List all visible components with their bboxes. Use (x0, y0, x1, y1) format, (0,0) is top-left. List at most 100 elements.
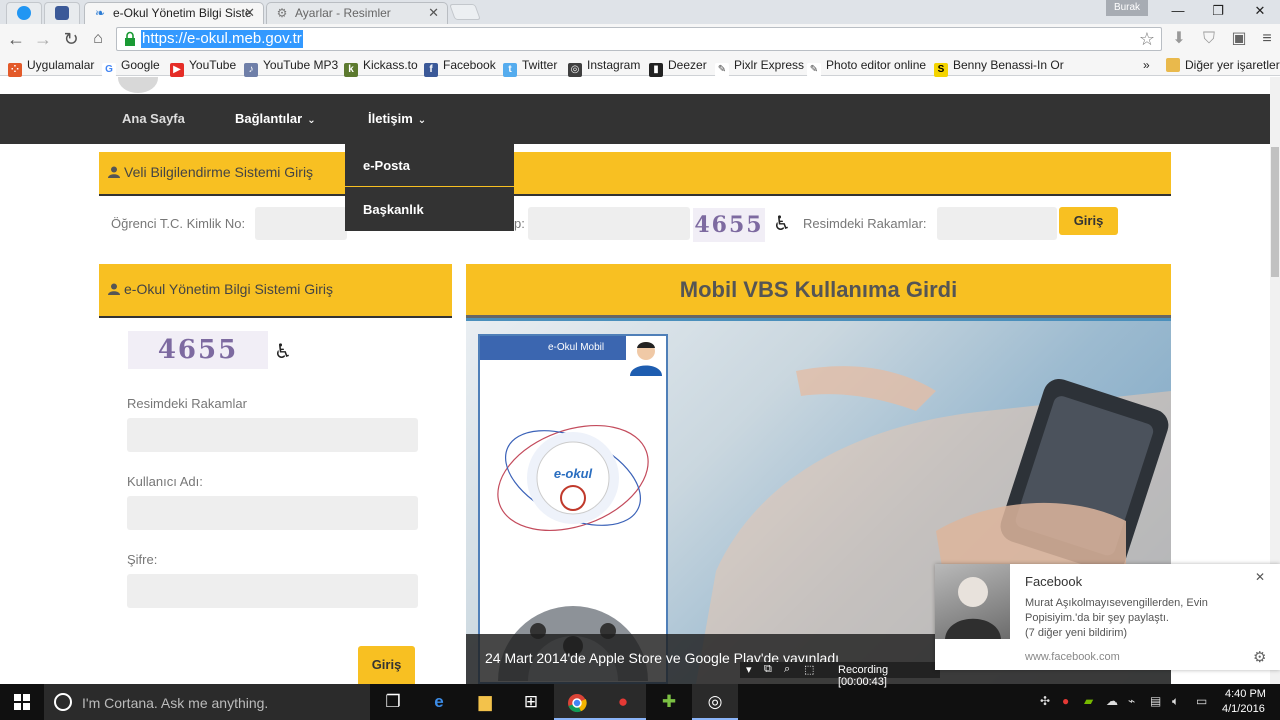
tray-nvidia-icon[interactable]: ▰ (1084, 694, 1093, 708)
zoom-icon[interactable]: ⌕ (784, 663, 790, 676)
dropdown-item-email[interactable]: e-Posta (363, 158, 410, 173)
pinned-tab-facebook[interactable] (44, 2, 80, 24)
menu-icon[interactable]: ≡ (1256, 28, 1278, 50)
eokul-header: e-Okul Yönetim Bilgi Sistemi Giriş (99, 264, 452, 318)
url-text[interactable]: https://e-okul.meb.gov.tr (141, 30, 303, 48)
scroll-thumb[interactable] (1271, 147, 1279, 277)
chrome-logo (568, 693, 587, 712)
eokul-icon: ❧ (94, 6, 106, 20)
file-explorer-icon[interactable]: ▆ (462, 684, 508, 720)
volume-icon[interactable]: 🔈︎ (1172, 694, 1179, 709)
region-icon[interactable]: ⬚ (804, 663, 814, 676)
pinned-tab-messenger[interactable] (6, 2, 42, 24)
eokul-captcha-image: 4655 (128, 331, 268, 369)
edge-icon[interactable]: e (416, 684, 462, 720)
shield-icon[interactable]: ⛉ (1198, 28, 1220, 50)
window-icon[interactable]: ⧉ (764, 663, 772, 676)
bookmark-youtube-mp3[interactable]: ♪ YouTube MP3 (244, 57, 338, 77)
bookmark-apps[interactable]: ⁘ Uygulamalar (8, 57, 94, 77)
home-icon[interactable]: ⌂ (87, 28, 109, 50)
eokul-captcha-input[interactable] (127, 418, 418, 452)
bookmark-facebook[interactable]: f Facebook (424, 57, 496, 77)
veli-second-input[interactable] (528, 207, 690, 240)
tab-settings[interactable]: ⚙ Ayarlar - Resimler ✕ (266, 2, 448, 24)
restore-button[interactable]: ❐ (1198, 0, 1238, 22)
bookmark-deezer[interactable]: ▮ Deezer (649, 57, 707, 77)
forward-icon[interactable]: → (32, 28, 54, 50)
reload-icon[interactable]: ↻ (60, 28, 82, 50)
nav-contact[interactable]: İletişim ⌄ (368, 111, 426, 126)
bookmark-instagram[interactable]: ◎ Instagram (568, 57, 640, 77)
close-icon[interactable]: ✕ (428, 3, 439, 23)
close-window-button[interactable]: ✕ (1240, 0, 1280, 22)
new-tab-button[interactable] (449, 4, 481, 20)
bookmark-kickass[interactable]: k Kickass.to (344, 57, 418, 77)
accessibility-icon[interactable]: ♿ (274, 339, 292, 364)
language-icon[interactable]: ▤ (1150, 694, 1161, 708)
cloud-icon[interactable]: ☁ (1106, 694, 1118, 708)
eokul-captcha-label: Resimdeki Rakamlar (127, 396, 247, 411)
profile-button[interactable]: Burak (1106, 0, 1148, 16)
notification-link[interactable]: www.facebook.com (1025, 651, 1120, 663)
tab-eokul[interactable]: ❧ e-Okul Yönetim Bilgi Siste ✕ (84, 2, 264, 24)
minimize-button[interactable]: — (1158, 0, 1198, 22)
notification-body: Murat Aşıkolmayısevengillerden, Evin Pop… (1025, 597, 1208, 639)
close-icon[interactable]: ✕ (244, 3, 255, 23)
nav-links[interactable]: Bağlantılar ⌄ (235, 111, 316, 126)
veli-login-button[interactable]: Giriş (1059, 207, 1118, 235)
song-icon: S (934, 63, 948, 77)
close-icon[interactable]: ✕ (1255, 570, 1265, 584)
bookmark-benny[interactable]: S Benny Benassi-In Ord (934, 57, 1064, 77)
star-icon[interactable]: ☆ (1139, 29, 1155, 50)
password-label: Şifre: (127, 552, 158, 567)
address-bar[interactable]: https://e-okul.meb.gov.tr ☆ (116, 27, 1162, 51)
clock-time[interactable]: 4:40 PM (1225, 688, 1266, 700)
password-input[interactable] (127, 574, 418, 608)
bookmark-pixlr[interactable]: ✎ Pixlr Express (715, 57, 804, 77)
task-view-icon[interactable]: ❐ (370, 684, 416, 720)
recording-status: Recording [00:00:43] (838, 664, 889, 688)
network-icon[interactable]: ⌁ (1128, 694, 1135, 708)
back-icon[interactable]: ← (5, 28, 27, 50)
app-icon-green[interactable]: ✚ (646, 684, 692, 720)
facebook-icon: f (424, 63, 438, 77)
recorder-icon[interactable]: ● (600, 684, 646, 720)
gear-icon: ⚙ (276, 6, 288, 20)
bookmark-other[interactable]: Diğer yer işaretleri (1166, 57, 1280, 73)
dropdown-item-presidency[interactable]: Başkanlık (363, 202, 424, 217)
bookmark-google[interactable]: G Google (102, 57, 160, 77)
windows-start-icon[interactable] (14, 694, 30, 710)
header-strip (0, 77, 1270, 94)
bookmark-twitter[interactable]: t Twitter (503, 57, 557, 77)
gear-icon[interactable]: ⚙ (1253, 648, 1266, 666)
username-label: Kullanıcı Adı: (127, 474, 203, 489)
apps-grid-icon: ⁘ (8, 63, 22, 77)
username-input[interactable] (127, 496, 418, 530)
bookmarks-more[interactable]: » (1143, 57, 1150, 73)
disc-icon[interactable]: ◎ (692, 684, 738, 720)
facebook-notification[interactable]: Facebook Murat Aşıkolmayısevengillerden,… (935, 564, 1280, 670)
store-icon[interactable]: ⊞ (508, 684, 554, 720)
browser-toolbar: ← → ↻ ⌂ https://e-okul.meb.gov.tr ☆ ⬇ ⛉ … (0, 24, 1280, 54)
tc-input[interactable] (255, 207, 347, 240)
eokul-login-button[interactable]: Giriş (358, 646, 415, 684)
bookmark-photo-editor[interactable]: ✎ Photo editor online (807, 57, 926, 77)
accessibility-icon[interactable]: ♿ (773, 211, 791, 236)
dropdown-icon[interactable]: ▾ (746, 663, 752, 676)
clock-date[interactable]: 4/1/2016 (1222, 703, 1265, 715)
google-icon: G (102, 63, 116, 77)
chrome-icon[interactable] (554, 684, 600, 720)
tc-label: Öğrenci T.C. Kimlik No: (111, 216, 246, 231)
extension-icon[interactable]: ▣ (1228, 28, 1250, 50)
bookmarks-bar: ⁘ Uygulamalar G Google ▶ YouTube ♪ YouTube M… (0, 54, 1280, 77)
pixlr-icon: ✎ (715, 63, 729, 77)
tray-icon-1[interactable]: ✣ (1040, 694, 1050, 708)
veli-captcha-input[interactable] (937, 207, 1057, 240)
cortana-placeholder: I'm Cortana. Ask me anything. (82, 695, 269, 711)
download-icon[interactable]: ⬇ (1168, 28, 1190, 50)
tray-record-icon[interactable]: ● (1062, 694, 1069, 708)
cortana-search[interactable]: I'm Cortana. Ask me anything. (44, 684, 370, 720)
bookmark-youtube[interactable]: ▶ YouTube (170, 57, 236, 77)
nav-home[interactable]: Ana Sayfa (122, 111, 185, 126)
action-center-icon[interactable]: ▭ (1196, 694, 1207, 708)
